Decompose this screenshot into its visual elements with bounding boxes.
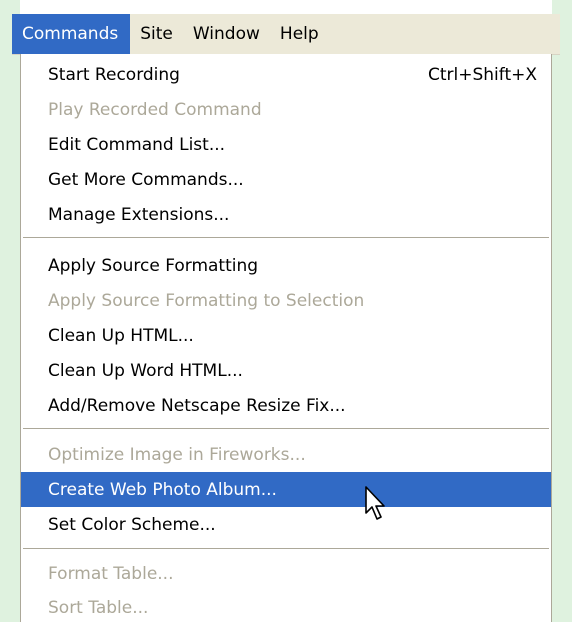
menu-separator bbox=[23, 237, 549, 239]
menu-item-shortcut: Ctrl+Shift+X bbox=[428, 64, 538, 85]
commands-dropdown-menu: Start Recording Ctrl+Shift+X Play Record… bbox=[20, 54, 552, 622]
menu-item-label: Manage Extensions... bbox=[48, 204, 230, 225]
menubar-site[interactable]: Site bbox=[130, 14, 183, 54]
background-right-strip bbox=[552, 0, 572, 622]
menu-item-label: Start Recording bbox=[48, 64, 180, 85]
menu-item-label: Get More Commands... bbox=[48, 169, 244, 190]
menu-item-label: Play Recorded Command bbox=[48, 99, 262, 120]
menubar-window[interactable]: Window bbox=[183, 14, 270, 54]
menu-item-sort-table: Sort Table... bbox=[21, 590, 551, 622]
menu-item-label: Clean Up HTML... bbox=[48, 325, 194, 346]
menu-item-apply-source-formatting-selection: Apply Source Formatting to Selection bbox=[21, 283, 551, 318]
menu-item-play-recorded-command: Play Recorded Command bbox=[21, 92, 551, 127]
menu-item-manage-extensions[interactable]: Manage Extensions... bbox=[21, 197, 551, 232]
menu-separator bbox=[23, 548, 549, 550]
menu-separator bbox=[23, 428, 549, 430]
menu-item-clean-up-html[interactable]: Clean Up HTML... bbox=[21, 318, 551, 353]
menu-item-label: Sort Table... bbox=[48, 597, 149, 618]
menu-item-create-web-photo-album[interactable]: Create Web Photo Album... bbox=[21, 472, 551, 507]
menu-item-label: Optimize Image in Fireworks... bbox=[48, 444, 306, 465]
menu-item-start-recording[interactable]: Start Recording Ctrl+Shift+X bbox=[21, 57, 551, 92]
menu-item-label: Create Web Photo Album... bbox=[48, 479, 277, 500]
menubar-commands[interactable]: Commands bbox=[12, 14, 131, 54]
menu-item-get-more-commands[interactable]: Get More Commands... bbox=[21, 162, 551, 197]
menu-bar: Commands Site Window Help bbox=[12, 14, 560, 55]
menu-item-edit-command-list[interactable]: Edit Command List... bbox=[21, 127, 551, 162]
menu-item-format-table: Format Table... bbox=[21, 556, 551, 591]
menu-item-label: Format Table... bbox=[48, 563, 174, 584]
arrow-pointer-icon bbox=[365, 486, 385, 520]
menu-item-label: Edit Command List... bbox=[48, 134, 226, 155]
menu-item-netscape-resize-fix[interactable]: Add/Remove Netscape Resize Fix... bbox=[21, 388, 551, 423]
menu-item-set-color-scheme[interactable]: Set Color Scheme... bbox=[21, 507, 551, 542]
menu-item-label: Apply Source Formatting to Selection bbox=[48, 290, 365, 311]
menu-item-clean-up-word-html[interactable]: Clean Up Word HTML... bbox=[21, 353, 551, 388]
menu-item-apply-source-formatting[interactable]: Apply Source Formatting bbox=[21, 248, 551, 283]
menu-item-label: Clean Up Word HTML... bbox=[48, 360, 243, 381]
menu-item-label: Apply Source Formatting bbox=[48, 255, 259, 276]
menu-item-optimize-image-fireworks: Optimize Image in Fireworks... bbox=[21, 437, 551, 472]
menu-item-label: Add/Remove Netscape Resize Fix... bbox=[48, 395, 346, 416]
menu-item-label: Set Color Scheme... bbox=[48, 514, 216, 535]
background-left-strip bbox=[0, 0, 20, 622]
menubar-help[interactable]: Help bbox=[270, 14, 329, 54]
